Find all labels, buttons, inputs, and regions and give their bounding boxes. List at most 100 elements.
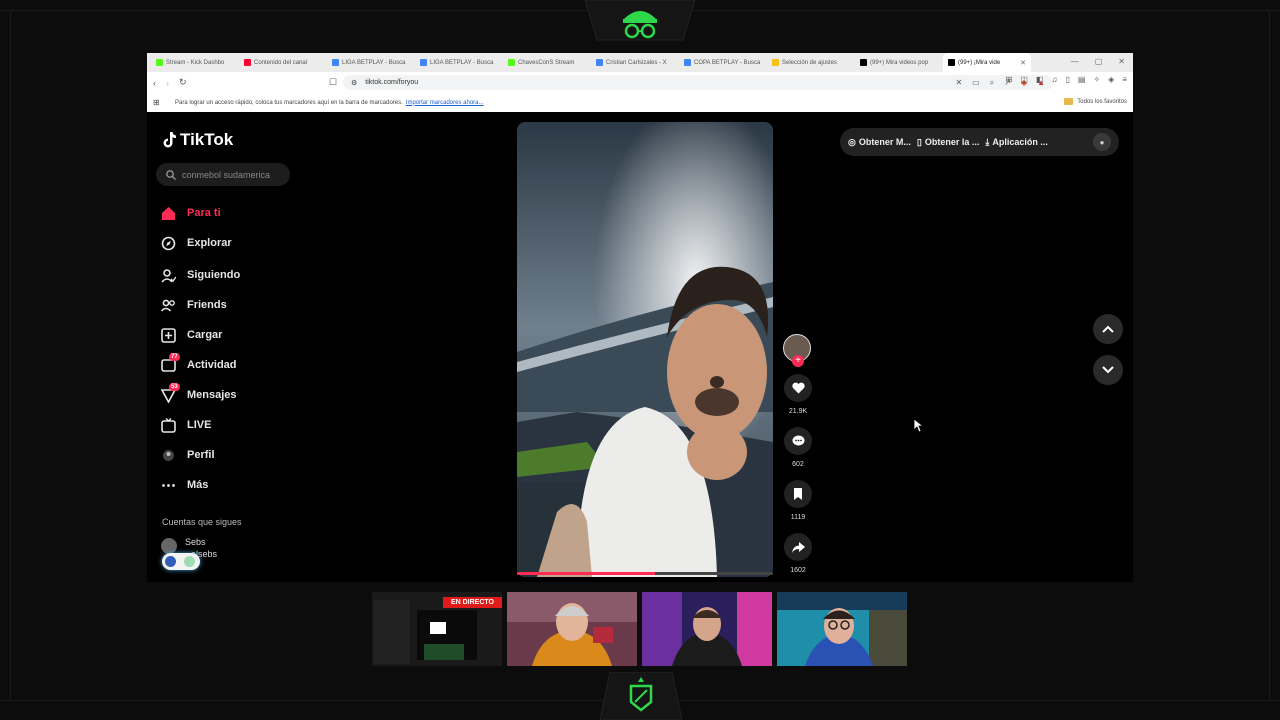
back-icon[interactable]: ‹ — [153, 78, 156, 88]
extension-icon[interactable]: ◫ — [1020, 75, 1028, 84]
browser-tab[interactable]: (99+) ¡Mira vide ✕ — [943, 53, 1031, 72]
browser-tab[interactable]: (99+) Mira videos pop — [855, 53, 943, 72]
maximize-icon[interactable]: ▢ — [1095, 57, 1103, 66]
sidebar-item-label: Perfil — [187, 449, 215, 461]
next-video-button[interactable] — [1093, 355, 1123, 385]
url-text: tiktok.com/foryou — [365, 79, 419, 86]
tiktok-note-icon — [163, 132, 176, 148]
sidebar-item-más[interactable]: Más — [161, 470, 291, 500]
webcam-image — [642, 592, 772, 666]
frame-right-line — [1269, 10, 1270, 700]
webcam-image — [507, 592, 637, 666]
apps-icon[interactable]: ⊞ — [153, 98, 160, 107]
tab-favicon-icon — [948, 59, 955, 66]
reload-icon[interactable]: ↻ — [179, 77, 187, 88]
video-actions: + 21.9K 602 1119 1602 — [783, 334, 813, 574]
sidebar-item-explorar[interactable]: Explorar — [161, 228, 291, 258]
extension-icon[interactable]: ◧ — [1036, 75, 1044, 84]
zoom-icon[interactable]: ⌕ — [990, 78, 994, 88]
tab-favicon-icon — [156, 59, 163, 66]
sidebar-item-para-ti[interactable]: Para ti — [161, 198, 291, 228]
desktop-app-button[interactable]: ⤓ Aplicación ... — [985, 137, 1048, 148]
share-action[interactable]: 1602 — [783, 533, 813, 574]
live-badge: EN DIRECTO — [442, 597, 502, 608]
minimize-icon[interactable]: — — [1071, 57, 1079, 66]
tab-favicon-icon — [332, 59, 339, 66]
browser-tab[interactable]: LIGA BETPLAY - Busca — [415, 53, 503, 72]
tab-label: LIGA BETPLAY - Busca — [342, 59, 406, 66]
follow-plus-icon[interactable]: + — [792, 355, 804, 367]
tab-label: ChavesConS Stream — [518, 59, 575, 66]
browser-tab[interactable]: Stream - Kick Dashbo — [151, 53, 239, 72]
sidebar-icon[interactable]: ▯ — [1066, 75, 1070, 84]
shield-logo-icon — [600, 672, 682, 720]
webcam-thumbnail — [507, 592, 637, 666]
creator-avatar[interactable]: + — [783, 334, 811, 367]
video-player[interactable] — [517, 122, 773, 577]
get-app-button[interactable]: ▯ Obtener la ... — [917, 137, 979, 148]
all-favorites-label: Todos los favoritos — [1077, 98, 1127, 105]
browser-tab[interactable]: Cristian Carlsizales - X — [591, 53, 679, 72]
browser-window: Stream - Kick Dashbo Contenido del canal L… — [147, 53, 1133, 112]
like-action[interactable]: 21.9K — [783, 374, 813, 415]
wallet-icon[interactable]: ▤ — [1078, 75, 1086, 84]
browser-tab[interactable]: ChavesConS Stream — [503, 53, 591, 72]
sidebar-item-label: Más — [187, 479, 209, 491]
sidebar-item-label: Siguiendo — [187, 269, 241, 281]
folder-icon — [1064, 98, 1074, 105]
mute-icon[interactable]: ✕ — [955, 78, 962, 87]
sidebar-item-actividad[interactable]: 77 Actividad — [161, 350, 291, 380]
sidebar-item-label: Para ti — [187, 207, 221, 219]
tab-favicon-icon — [772, 59, 779, 66]
browser-tab[interactable]: LIGA BETPLAY - Busca — [327, 53, 415, 72]
extension-icon[interactable]: ⊞ — [1006, 75, 1013, 84]
sidebar-item-label: Mensajes — [187, 389, 237, 401]
get-coins-button[interactable]: ◎ Obtener M... — [848, 137, 911, 148]
forward-icon[interactable]: › — [166, 78, 169, 88]
avatar — [161, 538, 177, 554]
browser-tab[interactable]: COPA BETPLAY - Busca — [679, 53, 767, 72]
sidebar-item-live[interactable]: LIVE — [161, 410, 291, 440]
import-bookmarks-link[interactable]: Importar marcadores ahora... — [406, 100, 484, 106]
browser-tab[interactable]: Contenido del canal — [239, 53, 327, 72]
bookmark-star-icon[interactable]: ☐ — [329, 77, 337, 88]
home-icon — [161, 206, 176, 221]
save-action[interactable]: 1119 — [783, 480, 813, 521]
site-info-icon[interactable]: ⚙ — [351, 79, 357, 87]
sidebar-item-label: Cargar — [187, 329, 223, 341]
sidebar-item-label: Actividad — [187, 359, 237, 371]
previous-video-button[interactable] — [1093, 314, 1123, 344]
following-name: Sebs — [185, 537, 206, 547]
phone-icon: ▯ — [916, 136, 922, 147]
tab-label: Cristian Carlsizales - X — [606, 59, 667, 66]
browser-tab[interactable]: Selección de ajustes — [767, 53, 855, 72]
overlay-toggle[interactable] — [162, 553, 200, 570]
tab-label: (99+) ¡Mira vide — [958, 59, 1001, 66]
comment-action[interactable]: 602 — [783, 427, 813, 468]
tab-label: Stream - Kick Dashbo — [166, 59, 225, 66]
account-menu-button[interactable]: ● — [1093, 133, 1111, 151]
compass-icon — [161, 236, 176, 251]
leo-icon[interactable]: ✧ — [1093, 75, 1100, 84]
media-icon[interactable]: ♫ — [1052, 75, 1058, 84]
get-app-label: Obtener la ... — [924, 137, 980, 147]
sidebar-item-siguiendo[interactable]: Siguiendo — [161, 260, 291, 290]
close-tab-icon[interactable]: ✕ — [1020, 59, 1026, 67]
vpn-icon[interactable]: ◈ — [1108, 75, 1114, 84]
sidebar-item-mensajes[interactable]: 53 Mensajes — [161, 380, 291, 410]
sidebar-item-cargar[interactable]: Cargar — [161, 320, 291, 350]
menu-icon[interactable]: ≡ — [1122, 75, 1127, 84]
window-controls: — ▢ ✕ — [1071, 57, 1125, 66]
url-field[interactable]: ⚙ tiktok.com/foryou ✕ ▭ ⌕ ↗ ◆ ▲ — [343, 75, 1053, 90]
cast-icon[interactable]: ▭ — [972, 78, 980, 87]
video-progress[interactable] — [517, 572, 773, 575]
sidebar-item-perfil[interactable]: Perfil — [161, 440, 291, 470]
sidebar-item-friends[interactable]: Friends — [161, 290, 291, 320]
extensions-bar: ⊞ ◫ ◧ ♫ ▯ ▤ ✧ ◈ ≡ — [1006, 75, 1127, 84]
all-favorites[interactable]: Todos los favoritos — [1064, 98, 1127, 105]
upload-icon — [161, 327, 176, 343]
tab-label: Contenido del canal — [254, 59, 308, 66]
close-window-icon[interactable]: ✕ — [1118, 57, 1125, 66]
search-input[interactable]: conmebol sudamerica — [156, 163, 290, 186]
tiktok-logo[interactable]: TikTok — [162, 130, 233, 150]
